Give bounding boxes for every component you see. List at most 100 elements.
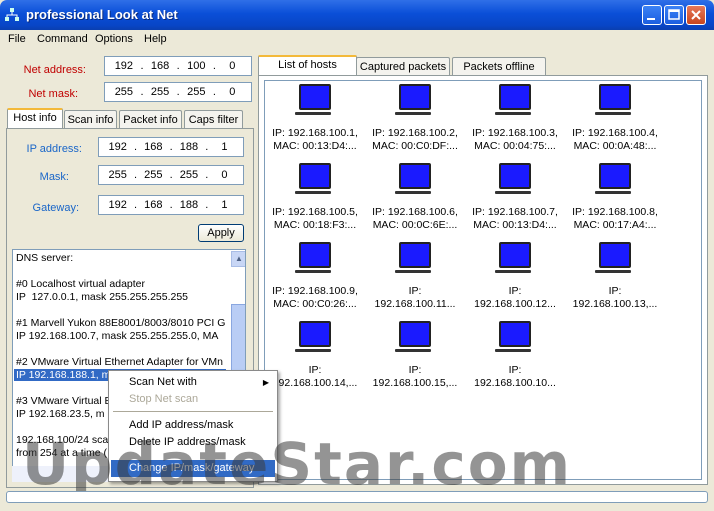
host-item[interactable]: IP: 192.168.100.3, MAC: 00:04:75:... <box>467 84 563 153</box>
host-item[interactable]: IP: 192.168.100.1, MAC: 00:13:D4:... <box>267 84 363 153</box>
net-mask-label: Net mask: <box>28 88 78 100</box>
host-mac-line: MAC: 00:0A:48:... <box>573 140 657 152</box>
computer-icon <box>495 84 531 115</box>
host-mac-line: 192.168.100.15,... <box>372 377 458 389</box>
computer-icon <box>495 242 531 273</box>
octet: 188 <box>179 141 199 153</box>
tab-packet-info[interactable]: Packet info <box>119 110 182 129</box>
host-item[interactable]: IP: 192.168.100.11... <box>367 242 463 311</box>
menu-command[interactable]: Command <box>37 33 88 45</box>
computer-icon <box>595 84 631 115</box>
submenu-arrow-icon: ▶ <box>262 378 269 387</box>
list-item: DNS server: <box>16 252 74 264</box>
tab-host-info[interactable]: Host info <box>7 108 63 129</box>
host-item[interactable]: IP: 192.168.100.10... <box>467 321 563 390</box>
menu-help[interactable]: Help <box>144 33 167 45</box>
host-ip-line: IP: 192.168.100.3, <box>472 127 558 139</box>
octet: 0 <box>221 169 228 181</box>
octet: 1 <box>221 141 228 153</box>
hosts-list[interactable]: IP: 192.168.100.1, MAC: 00:13:D4:... IP: 1… <box>264 80 702 480</box>
close-icon <box>691 10 701 20</box>
host-item[interactable]: IP: 192.168.100.6, MAC: 00:0C:6E:... <box>367 163 463 232</box>
octet: 1 <box>221 199 228 211</box>
host-item[interactable]: IP: 192.168.100.2, MAC: 00:C0:DF:... <box>367 84 463 153</box>
host-mac-line: 192.168.100.13,... <box>572 298 658 310</box>
octet: 188 <box>179 199 199 211</box>
list-item: #2 VMware Virtual Ethernet Adapter for V… <box>16 356 223 368</box>
net-address-field[interactable]: 192. 168. 100. 0 <box>104 56 252 76</box>
menu-item-stop-net-scan[interactable]: Stop Net scan <box>111 391 275 408</box>
tab-scan-info[interactable]: Scan info <box>64 110 117 129</box>
octet: 255 <box>144 169 163 181</box>
host-ip-line: IP: <box>408 285 422 297</box>
host-item[interactable]: IP: 192.168.100.5, MAC: 00:18:F3:... <box>267 163 363 232</box>
host-item[interactable]: IP: 192.168.100.15,... <box>367 321 463 390</box>
octet: 0 <box>229 86 236 98</box>
tab-packets-offline[interactable]: Packets offline <box>452 57 546 76</box>
octet: 168 <box>150 60 170 72</box>
maximize-button[interactable] <box>664 5 684 25</box>
tab-captured-packets[interactable]: Captured packets <box>356 57 450 76</box>
minimize-icon <box>647 18 655 20</box>
menu-file[interactable]: File <box>8 33 26 45</box>
host-item[interactable]: IP: 192.168.100.7, MAC: 00:13:D4:... <box>467 163 563 232</box>
scroll-up-arrow-icon[interactable]: ▲ <box>231 251 245 267</box>
host-mac-line: 192.168.100.10... <box>474 377 556 389</box>
host-item[interactable]: IP: 192.168.100.9, MAC: 00:C0:26:... <box>267 242 363 311</box>
menu-bar: File Command Options Help <box>0 30 714 50</box>
host-ip-line: IP: <box>308 364 322 376</box>
computer-icon <box>595 242 631 273</box>
computer-icon <box>495 163 531 194</box>
computer-icon <box>295 84 331 115</box>
host-item[interactable]: IP: 192.168.100.13,... <box>567 242 663 311</box>
host-item[interactable]: IP: 192.168.100.12... <box>467 242 563 311</box>
host-ip-line: IP: <box>508 364 522 376</box>
list-item: IP 127.0.0.1, mask 255.255.255.255 <box>16 291 189 303</box>
title-bar[interactable]: professional Look at Net <box>0 0 714 30</box>
octet: 0 <box>229 60 236 72</box>
minimize-button[interactable] <box>642 5 662 25</box>
octet: 168 <box>144 199 163 211</box>
list-item: IP 192.168.100.7, mask 255.255.255.0, MA <box>16 330 219 342</box>
menu-item-scan-net-with[interactable]: Scan Net with ▶ <box>111 374 275 391</box>
octet: 255 <box>187 86 206 98</box>
computer-icon <box>395 163 431 194</box>
apply-button[interactable]: Apply <box>198 224 244 242</box>
tab-caps-filter[interactable]: Caps filter <box>184 110 243 129</box>
host-ip-line: IP: 192.168.100.2, <box>372 127 458 139</box>
octet: 255 <box>108 169 127 181</box>
computer-icon <box>395 321 431 352</box>
ip-address-field[interactable]: 192. 168. 188. 1 <box>98 137 244 157</box>
window-title: professional Look at Net <box>26 7 178 22</box>
computer-icon <box>295 163 331 194</box>
close-button[interactable] <box>686 5 706 25</box>
host-mac-line: MAC: 00:04:75:... <box>474 140 556 152</box>
host-ip-line: IP: <box>408 364 422 376</box>
host-item[interactable]: IP: 192.168.100.8, MAC: 00:17:A4:... <box>567 163 663 232</box>
menu-options[interactable]: Options <box>95 33 133 45</box>
host-item[interactable]: IP: 192.168.100.4, MAC: 00:0A:48:... <box>567 84 663 153</box>
octet: 100 <box>187 60 206 72</box>
host-mac-line: MAC: 00:0C:6E:... <box>372 219 458 231</box>
gateway-label: Gateway: <box>32 202 79 214</box>
host-mac-line: MAC: 00:18:F3:... <box>273 219 357 231</box>
computer-icon <box>395 84 431 115</box>
host-mac-line: 192.168.100.12... <box>474 298 556 310</box>
list-item: #0 Localhost virtual adapter <box>16 278 145 290</box>
host-mac-line: MAC: 00:C0:26:... <box>273 298 357 310</box>
host-ip-line: IP: <box>608 285 622 297</box>
net-mask-field[interactable]: 255. 255. 255. 0 <box>104 82 252 102</box>
mask-field[interactable]: 255. 255. 255. 0 <box>98 165 244 185</box>
gateway-field[interactable]: 192. 168. 188. 1 <box>98 195 244 215</box>
host-item[interactable]: IP: 192.168.100.14,... <box>267 321 363 390</box>
octet: 192 <box>114 60 134 72</box>
net-address-label: Net address: <box>23 64 86 76</box>
computer-icon <box>295 321 331 352</box>
host-ip-line: IP: 192.168.100.1, <box>272 127 358 139</box>
host-ip-line: IP: 192.168.100.4, <box>572 127 658 139</box>
host-mac-line: 192.168.100.14,... <box>272 377 358 389</box>
computer-icon <box>495 321 531 352</box>
computer-icon <box>595 163 631 194</box>
tab-list-of-hosts[interactable]: List of hosts <box>258 55 357 76</box>
menu-item-label: Scan Net with <box>129 376 197 388</box>
